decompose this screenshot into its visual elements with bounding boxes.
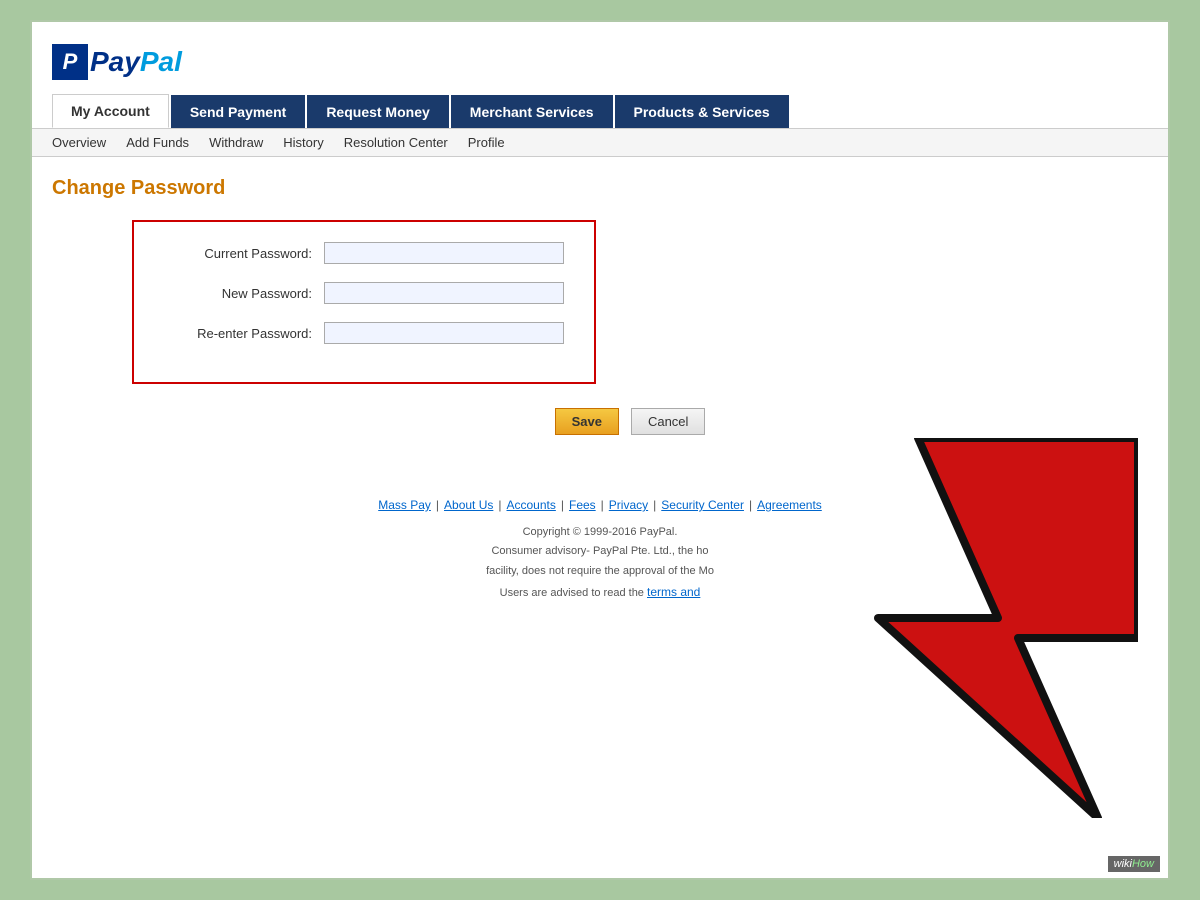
footer-copyright: Copyright © 1999-2016 PayPal. [52, 523, 1148, 543]
page-title: Change Password [52, 177, 1148, 200]
subnav-history[interactable]: History [283, 135, 323, 150]
form-buttons: Save Cancel [112, 408, 1148, 435]
main-content: Change Password Current Password: New Pa… [32, 157, 1168, 624]
current-password-input[interactable] [324, 242, 564, 264]
logo-pay: Pay [90, 46, 140, 78]
new-password-label: New Password: [164, 286, 324, 301]
footer-link-accounts[interactable]: Accounts [507, 495, 556, 517]
change-password-form: Current Password: New Password: Re-enter… [132, 220, 596, 384]
cancel-button[interactable]: Cancel [631, 408, 705, 435]
tab-merchant-services[interactable]: Merchant Services [451, 95, 613, 128]
subnav-withdraw[interactable]: Withdraw [209, 135, 263, 150]
footer-link-security[interactable]: Security Center [661, 495, 744, 517]
footer-advisory1: Consumer advisory- PayPal Pte. Ltd., the… [52, 542, 1148, 562]
footer-advisory2: facility, does not require the approval … [52, 562, 1148, 582]
reenter-password-row: Re-enter Password: [164, 322, 564, 344]
logo-p-icon: P [52, 44, 88, 80]
footer-links: Mass Pay | About Us | Accounts | Fees | … [52, 495, 1148, 517]
tab-send-payment[interactable]: Send Payment [171, 95, 305, 128]
paypal-logo: P Pay Pal [52, 34, 1148, 94]
tab-request-money[interactable]: Request Money [307, 95, 448, 128]
logo-text: Pay Pal [90, 46, 182, 78]
footer-terms-link[interactable]: terms and [647, 585, 700, 599]
footer-link-privacy[interactable]: Privacy [609, 495, 648, 517]
sub-nav: Overview Add Funds Withdraw History Reso… [32, 128, 1168, 157]
tab-my-account[interactable]: My Account [52, 94, 169, 128]
subnav-profile[interactable]: Profile [468, 135, 505, 150]
footer-advisory3: Users are advised to read the terms and [52, 582, 1148, 604]
footer-link-fees[interactable]: Fees [569, 495, 596, 517]
save-button[interactable]: Save [555, 408, 619, 435]
new-password-input[interactable] [324, 282, 564, 304]
footer: Mass Pay | About Us | Accounts | Fees | … [52, 495, 1148, 604]
tab-products-services[interactable]: Products & Services [615, 95, 789, 128]
footer-link-agreements[interactable]: Agreements [757, 495, 822, 517]
current-password-label: Current Password: [164, 246, 324, 261]
footer-link-about-us[interactable]: About Us [444, 495, 493, 517]
subnav-overview[interactable]: Overview [52, 135, 106, 150]
logo-pal: Pal [140, 46, 182, 78]
new-password-row: New Password: [164, 282, 564, 304]
current-password-row: Current Password: [164, 242, 564, 264]
subnav-add-funds[interactable]: Add Funds [126, 135, 189, 150]
main-nav: My Account Send Payment Request Money Me… [32, 94, 1168, 128]
reenter-password-input[interactable] [324, 322, 564, 344]
reenter-password-label: Re-enter Password: [164, 326, 324, 341]
wikihow-badge: wikiHow [1108, 856, 1160, 872]
footer-link-mass-pay[interactable]: Mass Pay [378, 495, 431, 517]
subnav-resolution-center[interactable]: Resolution Center [344, 135, 448, 150]
